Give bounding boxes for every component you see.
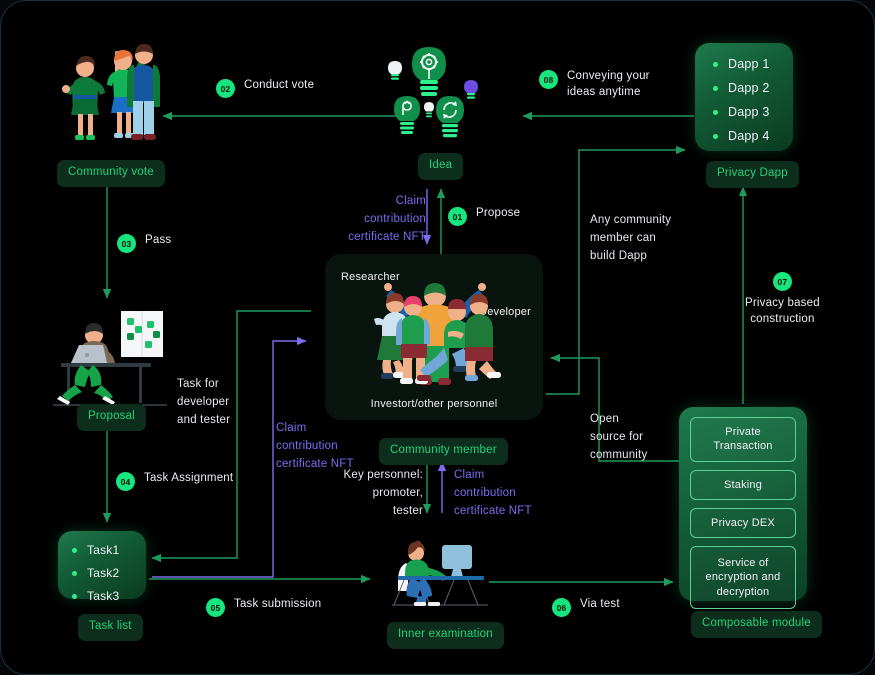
step-03: 03 Pass — [117, 233, 171, 253]
pill-task-list: Task list — [78, 614, 143, 641]
list-item[interactable]: Task3 — [72, 589, 146, 603]
note-open-source: Open source for community — [590, 413, 648, 461]
list-item[interactable]: Dapp 4 — [713, 129, 793, 143]
module-encryption-service[interactable]: Service of encryption and decryption — [690, 546, 796, 610]
dapp-list: Dapp 1 Dapp 2 Dapp 3 Dapp 4 — [713, 57, 793, 143]
step-06: 06 Via test — [552, 597, 620, 617]
note-key-personnel: Key personnel: promoter, tester — [343, 469, 423, 517]
module-privacy-dex[interactable]: Privacy DEX — [690, 507, 796, 539]
module-private-transaction[interactable]: Private Transaction — [690, 417, 796, 462]
step-badge: 04 — [116, 472, 135, 491]
step-label: Task submission — [234, 598, 322, 610]
step-badge: 08 — [539, 70, 558, 89]
pill-community-member: Community member — [379, 438, 508, 465]
idea-bulbs-illustration — [388, 47, 478, 138]
step-badge: 02 — [216, 79, 235, 98]
note-claim-nft-top: Claim contribution certificate NFT — [348, 195, 426, 243]
list-item[interactable]: Dapp 2 — [713, 81, 793, 95]
step-02: 02 Conduct vote — [216, 78, 314, 98]
step-label: Pass — [145, 234, 172, 246]
pill-privacy-dapp: Privacy Dapp — [706, 161, 799, 188]
step-01: 01 Propose — [448, 206, 520, 226]
step-label: Conduct vote — [244, 79, 315, 91]
step-04: 04 Task Assignment — [116, 471, 233, 491]
step-badge: 01 — [448, 207, 467, 226]
list-item[interactable]: Dapp 3 — [713, 105, 793, 119]
community-member-card: Researcher Developer Investort/other per… — [325, 254, 543, 420]
step-badge: 03 — [117, 234, 136, 253]
pill-idea: Idea — [418, 153, 464, 180]
community-vote-illustration — [62, 44, 160, 140]
note-task-for-developer: Task for developer and tester — [177, 378, 231, 426]
step-08: 08 Conveying your ideas anytime — [539, 69, 650, 100]
note-any-community-member: Any community member can build Dapp — [590, 214, 672, 262]
role-investor: Investort/other personnel — [370, 398, 498, 410]
step-05: 05 Task submission — [206, 597, 321, 617]
module-staking[interactable]: Staking — [690, 469, 796, 500]
list-item[interactable]: Dapp 1 — [713, 57, 793, 71]
pill-composable-module: Composable module — [691, 611, 822, 638]
step-label: Task Assignment — [144, 472, 234, 484]
note-claim-nft-bottom: Claim contribution certificate NFT — [454, 469, 532, 517]
note-claim-nft-mid: Claim contribution certificate NFT — [276, 422, 354, 470]
pill-proposal: Proposal — [77, 404, 146, 431]
step-badge: 06 — [552, 598, 571, 617]
composable-module-card[interactable]: Private Transaction Staking Privacy DEX … — [679, 407, 807, 610]
step-label: Via test — [580, 598, 620, 610]
step-label: Propose — [476, 207, 521, 219]
inner-examination-illustration — [392, 540, 488, 606]
step-07: 07 Privacy based construction — [745, 271, 820, 327]
step-label: Conveying your ideas anytime — [567, 70, 650, 98]
diagram-canvas: Researcher Developer Investort/other per… — [0, 0, 875, 675]
step-badge: 05 — [206, 598, 225, 617]
task-list-card[interactable]: Task1 Task2 Task3 — [58, 531, 146, 603]
privacy-dapp-card[interactable]: Dapp 1 Dapp 2 Dapp 3 Dapp 4 — [695, 43, 793, 151]
list-item[interactable]: Task1 — [72, 543, 146, 557]
task-items: Task1 Task2 Task3 — [72, 543, 146, 603]
step-badge: 07 — [772, 272, 792, 291]
proposal-illustration — [53, 311, 167, 406]
pill-inner-examination: Inner examination — [387, 622, 504, 649]
list-item[interactable]: Task2 — [72, 566, 146, 580]
pill-community-vote: Community vote — [57, 160, 165, 187]
step-label: Privacy based construction — [745, 297, 820, 325]
team-group-illustration — [374, 283, 501, 385]
